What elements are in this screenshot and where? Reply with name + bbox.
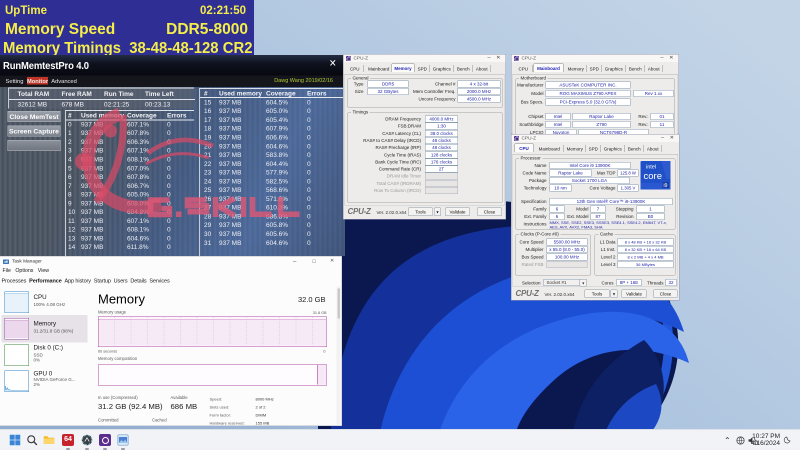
svg-text:core: core bbox=[644, 171, 662, 182]
svg-text:intel: intel bbox=[646, 164, 656, 170]
svg-text:i9: i9 bbox=[664, 183, 668, 189]
